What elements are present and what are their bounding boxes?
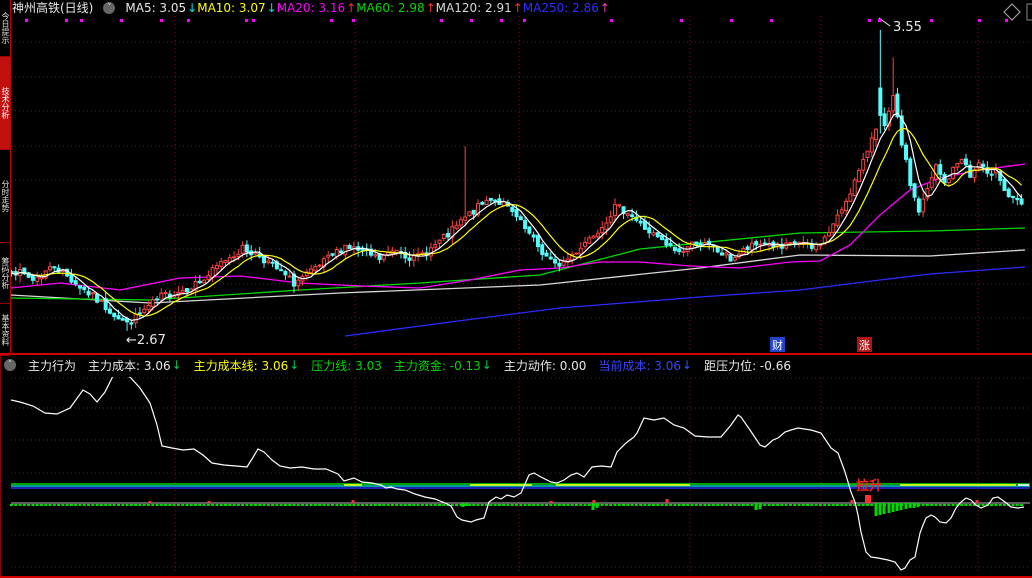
- chart-canvas[interactable]: ←2.67 3.55 拉升: [0, 0, 1032, 578]
- ma-slow-lines-layer: [11, 164, 1025, 336]
- indicator-label-6: 当前成本: 3.06↓: [598, 357, 692, 374]
- indicator-label-4: 主力资金: -0.13↓: [394, 357, 492, 374]
- indicator-label-2: 主力成本线: 3.06↓: [194, 357, 300, 374]
- indicator-label-0: 主力行为: [28, 357, 76, 374]
- indicator-label-5: 主力动作: 0.00: [504, 357, 587, 374]
- ma-label-4: MA120: 2.91↑: [436, 1, 523, 15]
- trend-arrow-icon: ↓: [682, 358, 692, 372]
- trend-arrow-icon: ↑: [346, 1, 356, 15]
- trend-arrow-icon: ↓: [267, 1, 277, 15]
- sidebar-item-4[interactable]: 基本资料: [0, 304, 10, 356]
- chart-badge-0[interactable]: 财: [770, 337, 785, 352]
- ma-legend: MA5: 3.05↓MA10: 3.07↓MA20: 3.16↑MA60: 2.…: [125, 1, 610, 15]
- svg-text:拉升: 拉升: [856, 478, 882, 494]
- indicator-label-3: 压力线: 3.03: [311, 357, 382, 374]
- sidebar-item-1[interactable]: 技术分析: [0, 57, 10, 150]
- svg-text:3.55: 3.55: [893, 20, 922, 35]
- trend-arrow-icon: ↑: [426, 1, 436, 15]
- chevron-down-icon[interactable]: ˅: [4, 359, 16, 371]
- sidebar-item-3[interactable]: 筹码分析: [0, 243, 10, 304]
- chevron-down-icon[interactable]: ˅: [103, 2, 115, 14]
- stock-title: 神州高铁(日线): [12, 0, 93, 16]
- sidebar-item-0[interactable]: 今日提示: [0, 0, 10, 57]
- ma-label-0: MA5: 3.05↓: [125, 1, 197, 15]
- trend-arrow-icon: ↑: [513, 1, 523, 15]
- ma-label-2: MA20: 3.16↑: [277, 1, 356, 15]
- ma-label-5: MA250: 2.86↑: [523, 1, 610, 15]
- sidebar-item-2[interactable]: 分时走势: [0, 150, 10, 243]
- indicator-panel-header: ˅ 主力行为主力成本: 3.06↓主力成本线: 3.06↓压力线: 3.03主力…: [0, 355, 1032, 375]
- trend-arrow-icon: ↓: [289, 358, 299, 372]
- bottom-grid-layer: [11, 378, 1030, 574]
- bottom-curve-layer: [11, 375, 1024, 570]
- bottom-annotations-layer: 拉升: [856, 478, 882, 494]
- trend-arrow-icon: ↓: [187, 1, 197, 15]
- indicator-legend: 主力行为主力成本: 3.06↓ 主力成本线: 3.06↓ 压力线: 3.03 主力资金…: [28, 357, 803, 374]
- main-chart-header: 神州高铁(日线) ˅ MA5: 3.05↓MA10: 3.07↓MA20: 3.…: [12, 0, 1022, 15]
- stock-app-window: 今日提示技术分析分时走势筹码分析基本资料 神州高铁(日线) ˅ MA5: 3.0…: [0, 0, 1032, 578]
- indicator-label-1: 主力成本: 3.06↓: [88, 357, 182, 374]
- trend-arrow-icon: ↓: [172, 358, 182, 372]
- bottom-bars-layer: [10, 495, 1023, 516]
- svg-text:←2.67: ←2.67: [126, 333, 166, 348]
- ma-label-3: MA60: 2.98↑: [356, 1, 435, 15]
- trend-arrow-icon: ↓: [482, 358, 492, 372]
- sidebar-vertical-tabs: 今日提示技术分析分时走势筹码分析基本资料: [0, 0, 11, 353]
- ma-label-1: MA10: 3.07↓: [197, 1, 276, 15]
- chart-badge-1[interactable]: 涨: [857, 337, 872, 352]
- indicator-label-7: 距压力位: -0.66: [704, 357, 791, 374]
- trend-arrow-icon: ↑: [600, 1, 610, 15]
